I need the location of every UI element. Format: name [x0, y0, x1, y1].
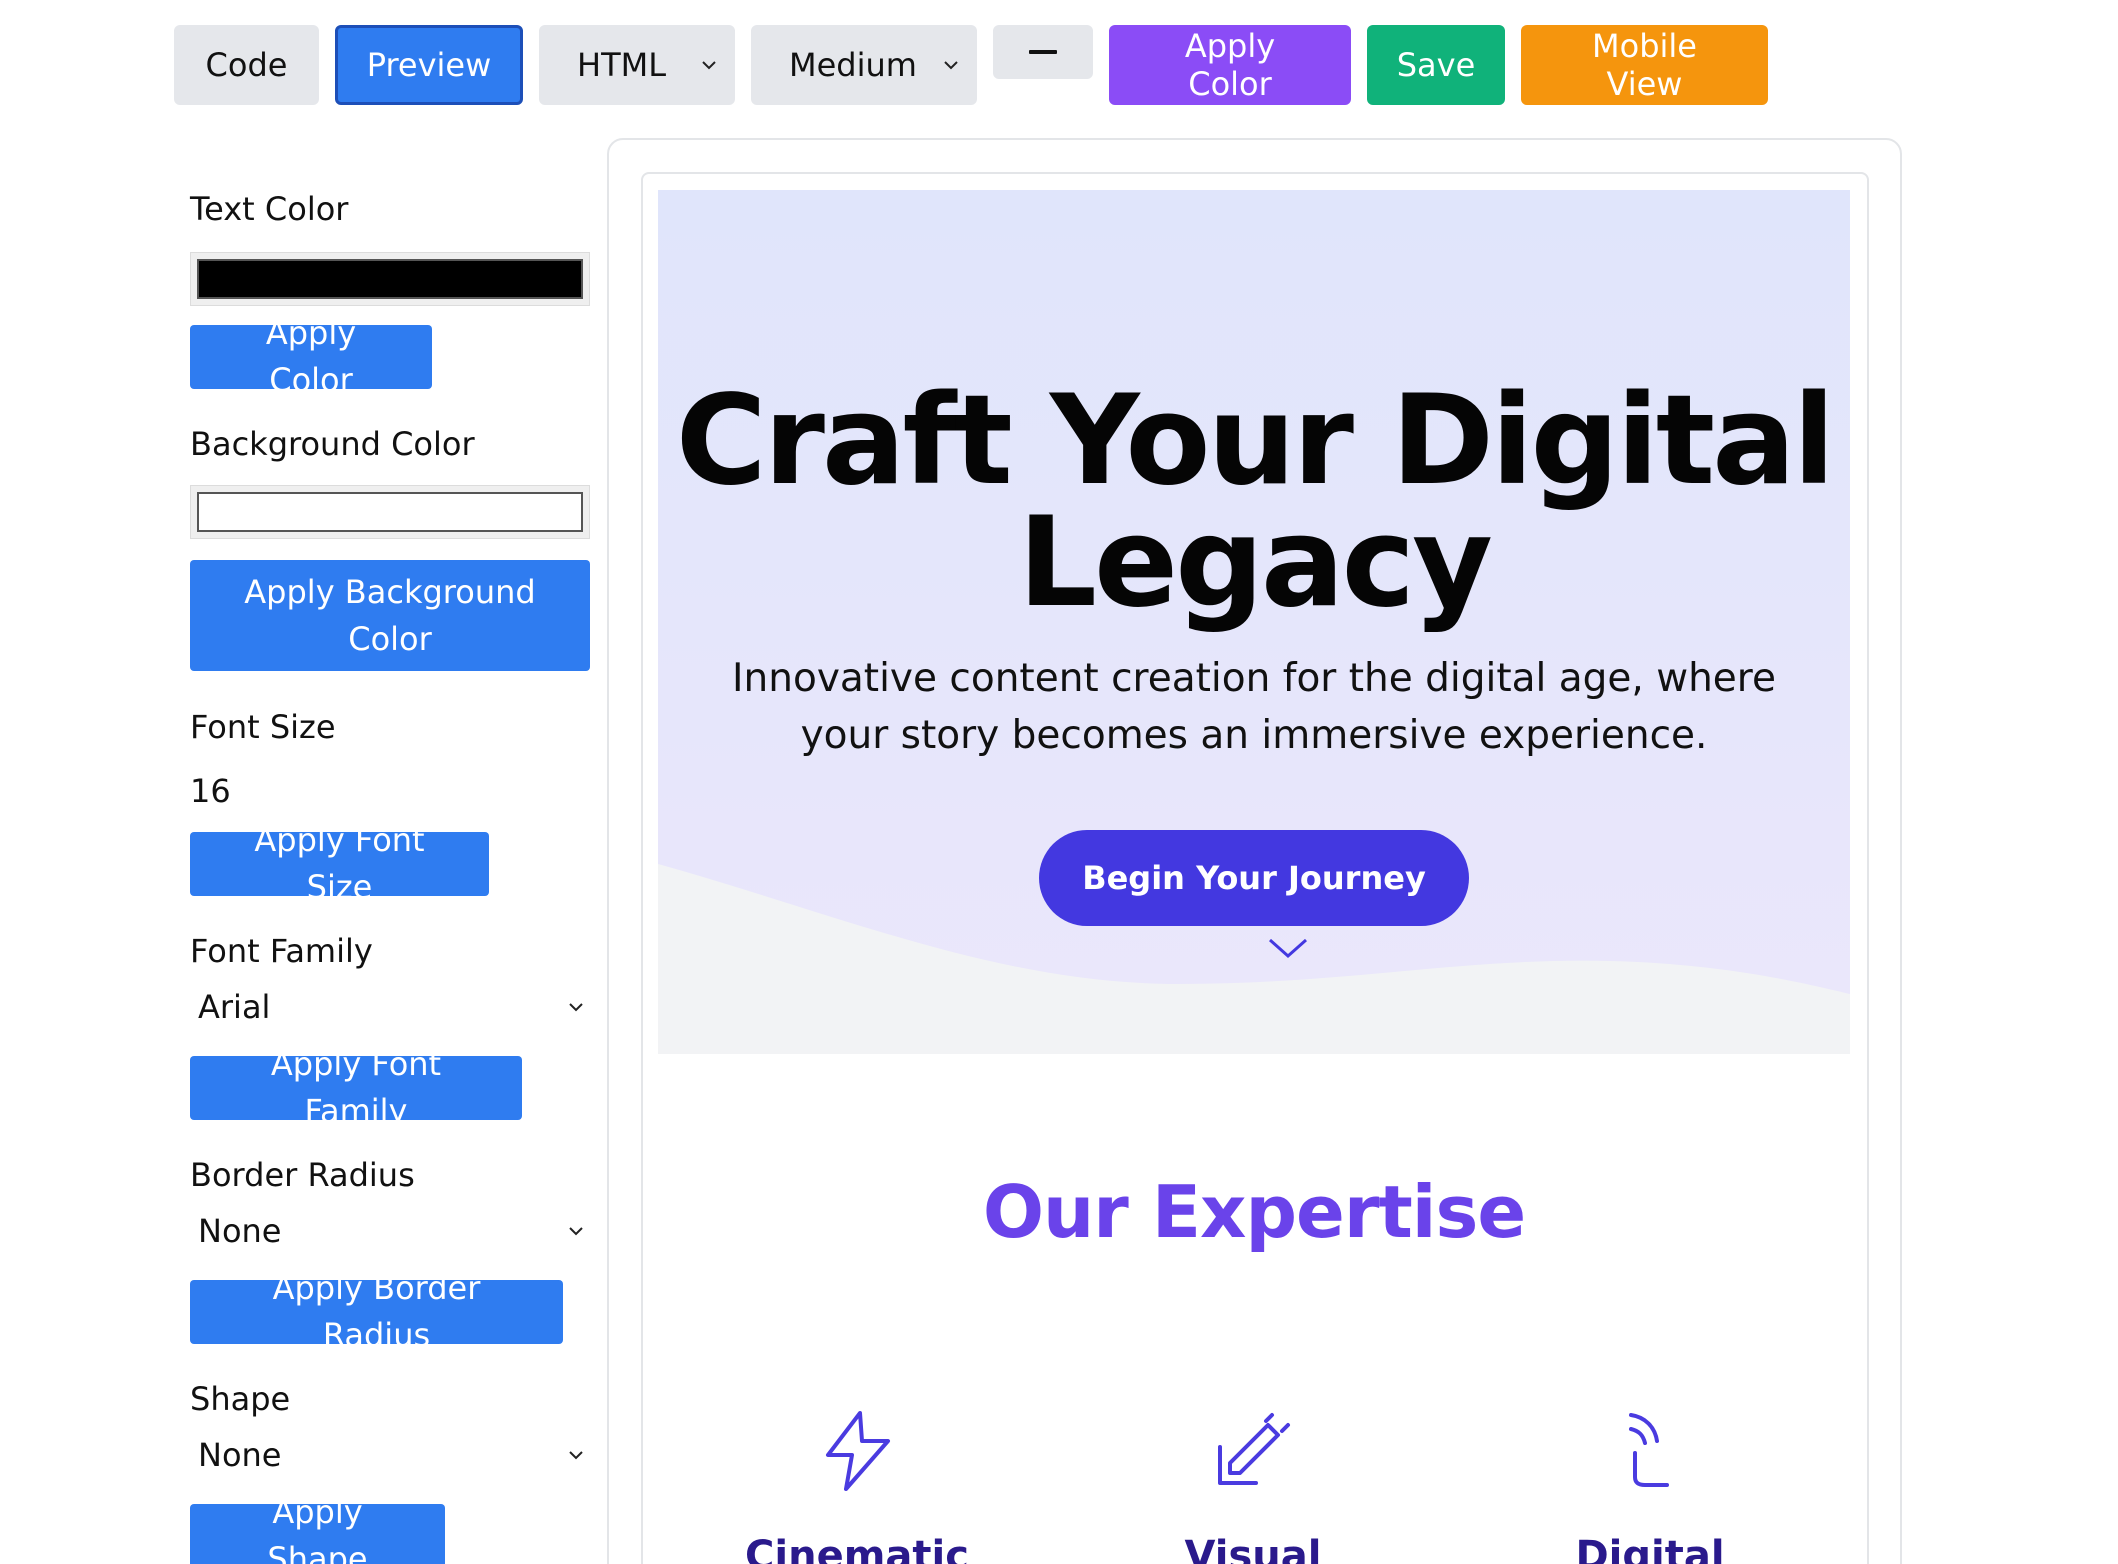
background-color-label: Background Color	[190, 425, 475, 463]
scroll-down-chevron-icon[interactable]	[1266, 934, 1310, 962]
text-color-swatch	[197, 259, 583, 299]
language-select[interactable]: HTML	[539, 25, 735, 105]
apply-color-toolbar-button[interactable]: Apply Color	[1109, 25, 1351, 105]
text-color-input[interactable]	[190, 252, 590, 306]
font-family-select[interactable]: Arial	[190, 980, 590, 1034]
pencil-edit-icon	[1218, 1413, 1290, 1485]
size-select-value: Medium	[789, 46, 917, 84]
chevron-down-icon	[569, 1451, 583, 1460]
lightning-icon	[826, 1411, 890, 1491]
feature-title: Cinematic	[745, 1533, 969, 1564]
border-radius-select[interactable]: None	[190, 1204, 590, 1258]
chevron-down-icon	[944, 61, 958, 70]
apply-shape-button[interactable]: Apply Shape	[190, 1493, 445, 1564]
code-button[interactable]: Code	[174, 25, 319, 105]
begin-journey-button[interactable]: Begin Your Journey	[1039, 830, 1469, 926]
chevron-down-icon	[569, 1227, 583, 1236]
border-radius-value: None	[198, 1212, 282, 1250]
border-radius-label: Border Radius	[190, 1156, 415, 1194]
preview-button[interactable]: Preview	[335, 25, 523, 105]
remove-button[interactable]	[993, 25, 1093, 79]
chevron-down-icon	[569, 1003, 583, 1012]
save-button[interactable]: Save	[1367, 25, 1505, 105]
hero-section: Craft Your Digital Legacy Innovative con…	[658, 190, 1850, 1054]
shape-label: Shape	[190, 1380, 291, 1418]
apply-font-size-button[interactable]: Apply Font Size	[190, 821, 489, 906]
text-color-label: Text Color	[190, 190, 349, 228]
section-title: Our Expertise	[982, 1170, 1526, 1254]
font-size-label: Font Size	[190, 708, 336, 746]
feature-title: Digital	[1575, 1533, 1725, 1564]
chevron-down-icon	[702, 61, 716, 70]
shape-select[interactable]: None	[190, 1428, 590, 1482]
background-color-input[interactable]	[190, 485, 590, 539]
hero-title: Craft Your Digital Legacy	[658, 369, 1850, 635]
background-color-swatch	[197, 492, 583, 532]
top-toolbar: Code Preview HTML Medium Apply Color Sav…	[174, 25, 1768, 105]
font-family-value: Arial	[198, 988, 271, 1026]
feature-title: Visual	[1184, 1533, 1322, 1564]
apply-background-color-button[interactable]: Apply Background Color	[190, 560, 590, 671]
font-family-label: Font Family	[190, 932, 373, 970]
language-select-value: HTML	[577, 46, 667, 84]
hero-subtitle: Innovative content creation for the digi…	[732, 656, 1776, 758]
hero-title-line-2: Legacy	[1018, 491, 1493, 635]
hero-title-line-1: Craft Your Digital	[675, 369, 1836, 513]
feature-card-cinematic: Cinematic	[745, 1405, 969, 1564]
mobile-view-button[interactable]: Mobile View	[1521, 25, 1768, 105]
size-select[interactable]: Medium	[751, 25, 977, 105]
font-size-input[interactable]: 16	[190, 772, 231, 810]
feature-card-visual: Visual	[1153, 1405, 1353, 1564]
minus-icon	[1029, 50, 1057, 54]
feature-card-digital: Digital	[1550, 1405, 1750, 1564]
apply-font-family-button[interactable]: Apply Font Family	[190, 1045, 522, 1130]
shape-value: None	[198, 1436, 282, 1474]
apply-border-radius-button[interactable]: Apply Border Radius	[190, 1269, 563, 1354]
apply-text-color-button[interactable]: Apply Color	[190, 314, 432, 399]
phone-icon	[1629, 1413, 1669, 1487]
